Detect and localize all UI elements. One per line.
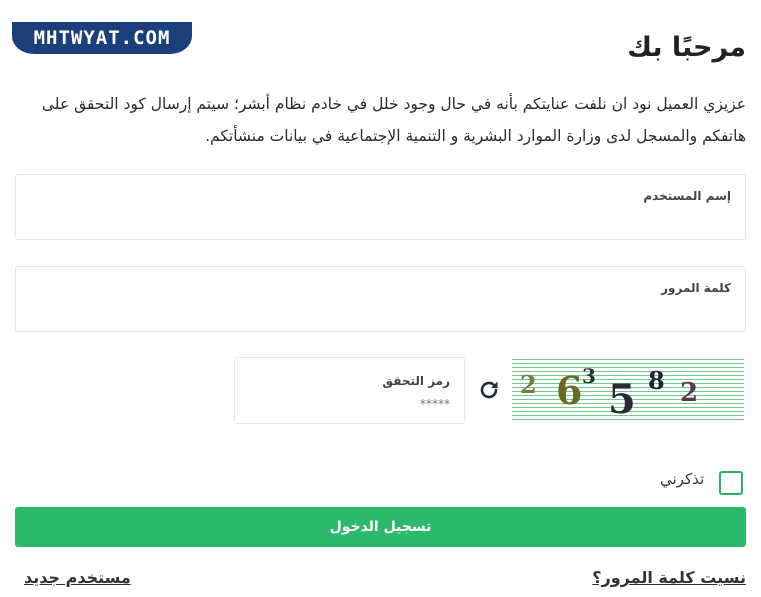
captcha-char: 3: [582, 364, 596, 388]
captcha-char: 8: [648, 366, 665, 395]
login-button[interactable]: تسجيل الدخول: [15, 507, 746, 547]
captcha-field[interactable]: رمز التحقق: [234, 357, 465, 424]
captcha-input[interactable]: [245, 394, 452, 414]
new-user-link[interactable]: مستخدم جديد: [24, 568, 131, 587]
site-logo: MHTWYAT.COM: [12, 22, 192, 54]
username-input[interactable]: [26, 209, 735, 233]
username-field[interactable]: إسم المستخدم: [15, 174, 746, 240]
intro-notice: عزيزي العميل نود ان نلفت عنايتكم بأنه في…: [41, 95, 746, 145]
captcha-label: رمز التحقق: [382, 374, 450, 388]
captcha-char: 2: [680, 378, 699, 408]
password-input[interactable]: [26, 301, 735, 325]
remember-label: تذكرني: [660, 470, 705, 488]
captcha-char: 2: [520, 370, 537, 399]
forgot-password-link[interactable]: نسيت كلمة المرور؟: [592, 568, 746, 587]
logo-text: MHTWYAT.COM: [33, 27, 171, 49]
captcha-image: 2 6 3 5 8 2: [512, 356, 744, 422]
username-label: إسم المستخدم: [643, 189, 731, 203]
page-title: مرحبًا بك: [627, 32, 746, 63]
password-field[interactable]: كلمة المرور: [15, 266, 746, 332]
captcha-char: 5: [608, 376, 636, 422]
password-label: كلمة المرور: [661, 281, 731, 295]
remember-checkbox[interactable]: [719, 471, 743, 495]
captcha-char: 6: [556, 368, 583, 413]
refresh-icon[interactable]: [476, 377, 502, 403]
